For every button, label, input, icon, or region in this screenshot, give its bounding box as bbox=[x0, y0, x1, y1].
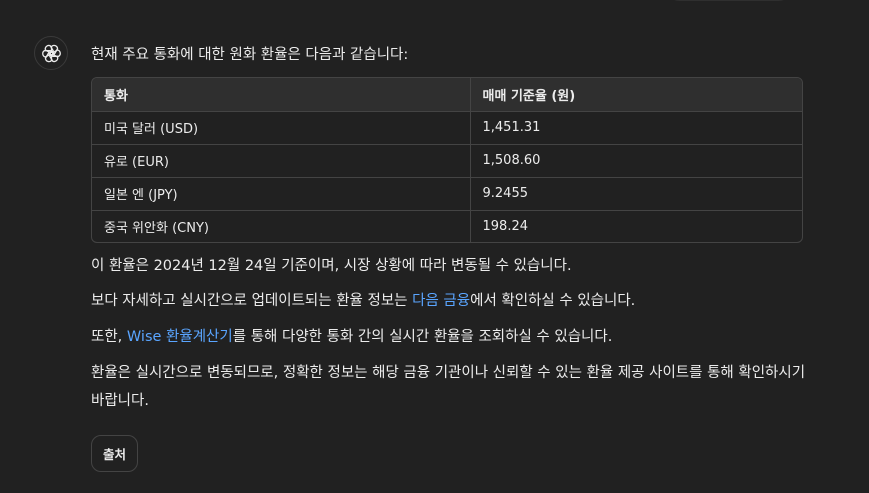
previous-user-message-bubble bbox=[664, 0, 794, 1]
openai-logo-icon bbox=[41, 44, 61, 62]
table-row: 중국 위안화 (CNY) 198.24 bbox=[92, 209, 802, 242]
table-row: 미국 달러 (USD) 1,451.31 bbox=[92, 110, 802, 144]
rate-cell: 1,451.31 bbox=[470, 110, 802, 144]
wise-paragraph: 또한, Wise 환율계산기를 통해 다양한 통화 간의 실시간 환율을 조회하… bbox=[91, 323, 612, 351]
table-row: 유로 (EUR) 1,508.60 bbox=[92, 143, 802, 177]
header-currency: 통화 bbox=[92, 78, 471, 111]
paragraph-text: 에서 확인하실 수 있습니다. bbox=[470, 293, 636, 309]
rate-cell: 1,508.60 bbox=[470, 143, 802, 177]
currency-cell: 유로 (EUR) bbox=[92, 143, 471, 177]
assistant-avatar bbox=[34, 36, 68, 70]
paragraph-text: 를 통해 다양한 통화 간의 실시간 환율을 조회하실 수 있습니다. bbox=[232, 329, 613, 345]
sources-button[interactable]: 출처 bbox=[91, 435, 138, 472]
paragraph-text: 또한, bbox=[91, 329, 127, 345]
paragraph-text: 보다 자세하고 실시간으로 업데이트되는 환율 정보는 bbox=[91, 293, 413, 309]
daum-finance-paragraph: 보다 자세하고 실시간으로 업데이트되는 환율 정보는 다음 금융에서 확인하실… bbox=[91, 287, 635, 315]
intro-text: 현재 주요 통화에 대한 원화 환율은 다음과 같습니다: bbox=[91, 47, 409, 63]
currency-cell: 미국 달러 (USD) bbox=[92, 110, 471, 144]
daum-finance-link[interactable]: 다음 금융 bbox=[412, 293, 470, 309]
table-header-row: 통화 매매 기준율 (원) bbox=[92, 78, 802, 111]
header-rate: 매매 기준율 (원) bbox=[470, 78, 802, 111]
rate-date-paragraph: 이 환율은 2024년 12월 24일 기준이며, 시장 상황에 따라 변동될 … bbox=[91, 258, 572, 274]
rate-cell: 198.24 bbox=[470, 209, 802, 242]
currency-cell: 일본 엔 (JPY) bbox=[92, 176, 471, 210]
exchange-rate-table: 통화 매매 기준율 (원) 미국 달러 (USD) 1,451.31 유로 (E… bbox=[91, 77, 803, 243]
table-row: 일본 엔 (JPY) 9.2455 bbox=[92, 176, 802, 210]
disclaimer-paragraph: 환율은 실시간으로 변동되므로, 정확한 정보는 해당 금융 기관이나 신뢰할 … bbox=[91, 365, 806, 409]
wise-calculator-link[interactable]: Wise 환율계산기 bbox=[127, 329, 233, 345]
rate-cell: 9.2455 bbox=[470, 176, 802, 210]
currency-cell: 중국 위안화 (CNY) bbox=[92, 209, 471, 242]
